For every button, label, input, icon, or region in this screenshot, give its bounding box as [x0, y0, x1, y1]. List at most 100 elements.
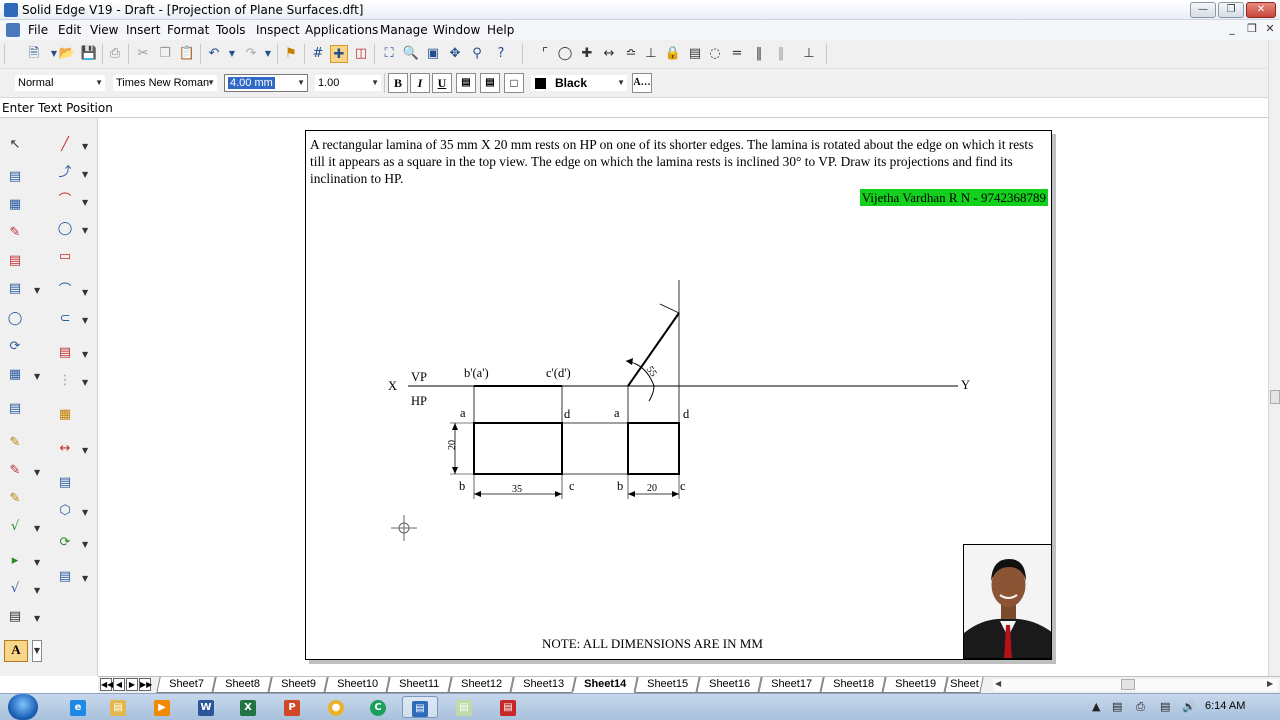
refresh-dropdown-icon[interactable]: ▼ [82, 540, 90, 549]
select-tool-icon[interactable]: ↖ [6, 136, 24, 154]
perpendicular-icon[interactable]: ⊥ [642, 45, 660, 63]
sheet-tab[interactable]: Sheet15 [634, 677, 700, 693]
offset-dropdown-icon[interactable]: ▼ [82, 350, 90, 359]
font-select[interactable]: Times New Roman ▼ [112, 74, 218, 92]
3d-object-dropdown-icon[interactable]: ▼ [82, 508, 90, 517]
document-icon[interactable] [6, 23, 20, 37]
border-icon[interactable]: □ [504, 73, 524, 93]
scroll-right-icon[interactable]: ▶ [1267, 679, 1273, 688]
parallel-icon[interactable]: ≏ [622, 45, 640, 63]
fill-tool-icon[interactable]: ▦ [56, 406, 74, 424]
tangent-icon[interactable]: ◌ [706, 45, 724, 63]
folder-taskbar-icon[interactable]: ▤ [446, 696, 482, 718]
bold-button[interactable]: B [388, 73, 408, 93]
menu-window[interactable]: Window [433, 23, 480, 37]
line-corner-icon[interactable]: ⌜ [536, 45, 554, 63]
datum-dropdown-icon[interactable]: ▼ [34, 586, 42, 595]
horizontal-scrollbar[interactable]: ◀ ▶ [993, 679, 1278, 691]
mirror-dropdown-icon[interactable]: ▼ [82, 378, 90, 387]
scroll-left-icon[interactable]: ◀ [995, 679, 1001, 688]
restore-button[interactable]: ❐ [1218, 2, 1244, 18]
doc-restore-button[interactable]: ❐ [1244, 22, 1260, 38]
callout-dropdown-icon[interactable]: ▼ [34, 468, 42, 477]
print-icon[interactable]: ⎙ [106, 45, 124, 63]
symmetric-icon[interactable]: ‖ [750, 45, 768, 63]
app-taskbar-icon[interactable]: C [360, 696, 396, 718]
menu-format[interactable]: Format [167, 23, 209, 37]
menu-file[interactable]: File [28, 23, 48, 37]
italic-button[interactable]: I [410, 73, 430, 93]
media-taskbar-icon[interactable]: ▶ [144, 696, 180, 718]
crosshair-icon[interactable]: ✚ [578, 45, 596, 63]
connector-dropdown-icon[interactable]: ▼ [82, 574, 90, 583]
fillet-dropdown-icon[interactable]: ▼ [82, 288, 90, 297]
principal-view-icon[interactable]: ▦ [6, 196, 24, 214]
save-icon[interactable]: 💾 [80, 45, 98, 63]
redo-icon[interactable]: ↷ [242, 45, 260, 63]
next-sheet-button[interactable]: ▶ [126, 678, 138, 691]
menu-help[interactable]: Help [487, 23, 514, 37]
frame-icon[interactable]: ▤ [480, 73, 500, 93]
solidedge-taskbar-icon[interactable]: ▤ [402, 696, 438, 718]
explorer-taskbar-icon[interactable]: ▤ [100, 696, 136, 718]
text-tool-icon[interactable]: A [4, 640, 28, 662]
zoom-area-icon[interactable]: ⛶ [380, 45, 398, 63]
drawing-canvas[interactable]: A rectangular lamina of 35 mm X 20 mm re… [98, 118, 1268, 676]
table-icon[interactable]: ▦ [6, 366, 24, 384]
surface-texture-icon[interactable]: √ [6, 518, 24, 536]
menu-tools[interactable]: Tools [216, 23, 246, 37]
curve-tool-icon[interactable]: ⤴ [56, 164, 74, 182]
sheet-tab[interactable]: Sheet8 [212, 677, 272, 693]
arc-tool-icon[interactable]: ⌒ [56, 192, 74, 210]
sheet-tab[interactable]: Sheet11 [386, 677, 452, 693]
arc-dropdown-icon[interactable]: ▼ [82, 198, 90, 207]
table-dropdown-icon[interactable]: ▼ [34, 372, 42, 381]
chrome-taskbar-icon[interactable]: ● [318, 696, 354, 718]
color-select[interactable]: Black ▼ [530, 74, 628, 92]
connect-icon[interactable]: ▤ [686, 45, 704, 63]
circle-tool-icon[interactable]: ◯ [56, 220, 74, 238]
sheet-tab[interactable]: Sheet10 [324, 677, 390, 693]
equal-icon[interactable]: = [728, 45, 746, 63]
grid-icon[interactable]: # [309, 45, 327, 63]
pan-icon[interactable]: ✥ [446, 45, 464, 63]
open-icon[interactable]: 📂 [58, 45, 76, 63]
tray-volume-icon[interactable]: 🔊 [1182, 700, 1196, 713]
sheet-tab[interactable]: Sheet7 [156, 677, 216, 693]
menu-applications[interactable]: Applications [305, 23, 378, 37]
snap-icon[interactable]: ✚ [330, 45, 348, 63]
sheet-tab[interactable]: Sheet [944, 677, 984, 693]
menu-insert[interactable]: Insert [126, 23, 160, 37]
text-tool-dropdown-icon[interactable]: ▼ [32, 640, 42, 662]
sketch-icon[interactable]: ◫ [352, 45, 370, 63]
cut-icon[interactable]: ✂ [134, 45, 152, 63]
menu-inspect[interactable]: Inspect [256, 23, 300, 37]
ie-taskbar-icon[interactable]: e [60, 696, 96, 718]
tray-network-icon[interactable]: ▤ [1112, 700, 1122, 713]
line-dropdown-icon[interactable]: ▼ [82, 142, 90, 151]
edge-condition-dropdown-icon[interactable]: ▼ [34, 558, 42, 567]
zoom-tool-icon[interactable]: ⚲ [468, 45, 486, 63]
circle-icon[interactable]: ◯ [556, 45, 574, 63]
first-sheet-button[interactable]: ◀◀ [100, 678, 113, 691]
detail-view-icon[interactable]: ▤ [6, 280, 24, 298]
update-view-icon[interactable]: ⟳ [6, 338, 24, 356]
dimension-tool-icon[interactable]: ↔ [56, 440, 74, 458]
clock[interactable]: 6:14 AM [1205, 700, 1245, 712]
lock-icon[interactable]: 🔒 [664, 45, 682, 63]
view-wizard-icon[interactable]: ▤ [6, 168, 24, 186]
relate-icon[interactable]: ⊥ [800, 45, 818, 63]
new-icon[interactable]: 🗎 [25, 45, 43, 63]
doc-close-button[interactable]: ✕ [1262, 22, 1278, 38]
prev-sheet-button[interactable]: ◀ [113, 678, 125, 691]
align-icon[interactable]: ▤ [456, 73, 476, 93]
menu-edit[interactable]: Edit [58, 23, 81, 37]
collinear-icon[interactable]: ‖ [772, 45, 790, 63]
word-taskbar-icon[interactable]: W [188, 696, 224, 718]
insert-image-icon[interactable]: ▤ [56, 474, 74, 492]
menu-manage[interactable]: Manage [380, 23, 428, 37]
refresh-icon[interactable]: ⟳ [56, 534, 74, 552]
tray-network2-icon[interactable]: ▤ [1160, 700, 1170, 713]
redo-dropdown-icon[interactable]: ▼ [259, 45, 277, 63]
broken-view-icon[interactable]: ◯ [6, 310, 24, 328]
